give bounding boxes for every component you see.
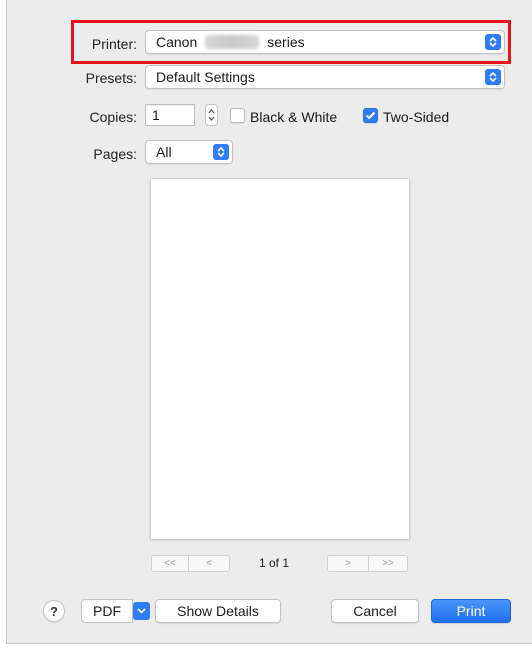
printer-highlight-box <box>71 20 511 64</box>
pages-value: All <box>156 144 172 160</box>
last-page-button[interactable]: >> <box>368 555 408 572</box>
pages-label: Pages: <box>93 146 137 162</box>
chevron-down-icon <box>133 602 150 620</box>
presets-value: Default Settings <box>156 69 255 85</box>
first-page-button[interactable]: << <box>151 555 189 572</box>
pages-popup[interactable]: All <box>145 140 233 164</box>
cancel-button[interactable]: Cancel <box>331 599 419 623</box>
pdf-menu-button[interactable]: PDF <box>81 599 153 623</box>
page-count: 1 of 1 <box>259 556 290 570</box>
previous-page-button[interactable]: < <box>188 555 230 572</box>
show-details-button[interactable]: Show Details <box>155 599 281 623</box>
copies-input[interactable]: 1 <box>145 104 195 126</box>
two-sided-label: Two-Sided <box>383 109 450 125</box>
copies-stepper[interactable] <box>205 104 218 126</box>
print-preview-page <box>151 179 409 539</box>
print-button[interactable]: Print <box>431 599 511 623</box>
stepper-arrows-icon <box>208 108 215 122</box>
black-white-checkbox[interactable] <box>230 108 245 123</box>
help-button[interactable]: ? <box>43 600 65 622</box>
print-dialog: Printer: Canon series Presets: Default S… <box>6 0 532 644</box>
updown-chevron-icon <box>213 144 229 160</box>
presets-label: Presets: <box>85 70 137 86</box>
updown-chevron-icon <box>485 69 501 85</box>
presets-popup[interactable]: Default Settings <box>145 65 505 89</box>
black-white-label: Black & White <box>250 109 338 125</box>
pdf-label: PDF <box>81 599 133 623</box>
next-page-button[interactable]: > <box>327 555 369 572</box>
two-sided-checkbox[interactable] <box>363 108 378 123</box>
checkmark-icon <box>365 111 376 120</box>
copies-label: Copies: <box>89 109 137 125</box>
